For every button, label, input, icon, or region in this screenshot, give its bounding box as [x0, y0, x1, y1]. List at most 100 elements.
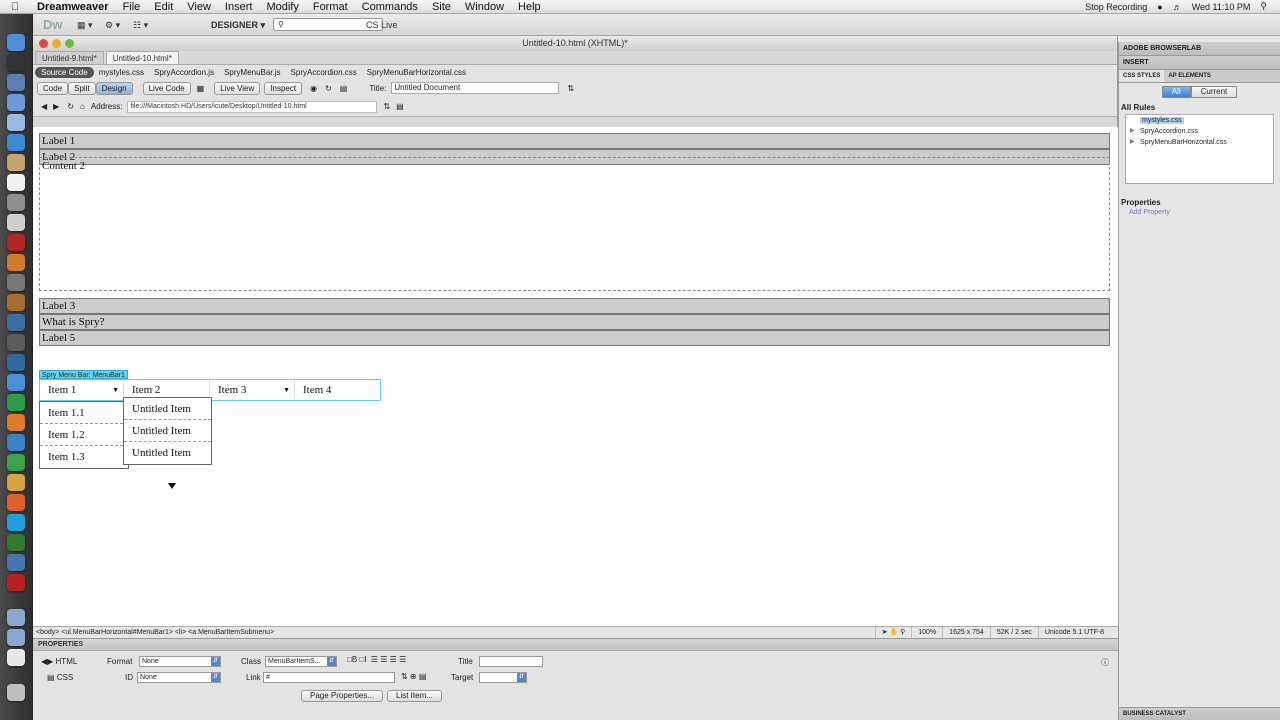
submenu-item-2-3[interactable]: Untitled Item — [124, 442, 211, 464]
rule-spryaccordion[interactable]: ▶ SpryAccordion.css — [1126, 126, 1273, 137]
spry-menubar-tag[interactable]: Spry Menu Bar: MenuBar1 — [39, 370, 128, 379]
submenu-item-1-1[interactable]: Item 1.1 — [40, 402, 128, 424]
apple-icon[interactable]:  — [0, 1, 30, 13]
bridge-icon[interactable] — [7, 354, 25, 371]
css-mode-button[interactable]: ▤ CSS — [47, 673, 73, 682]
pages-icon[interactable] — [7, 414, 25, 431]
disclosure-triangle-icon[interactable]: ▶ — [1130, 126, 1135, 137]
code-view-button[interactable]: Code — [37, 81, 69, 95]
xcode-icon[interactable] — [7, 374, 25, 391]
document-icon[interactable] — [7, 649, 25, 666]
visual-aids-icon[interactable]: ▤ — [340, 84, 348, 93]
layout-icon[interactable]: ▦ ▾ — [77, 18, 93, 32]
chrome-icon[interactable] — [7, 474, 25, 491]
preview-icon[interactable]: ◉ — [310, 84, 317, 93]
tag-selector[interactable]: <body> <ul.MenuBarHorizontal#MenuBar1> <… — [36, 629, 274, 636]
class-select[interactable]: MenuBarItemS... ⇵ — [265, 656, 337, 667]
submenu-item-2-2[interactable]: Untitled Item — [124, 420, 211, 442]
title-prop-input[interactable] — [479, 656, 543, 667]
refresh-icon[interactable]: ↻ — [67, 102, 74, 111]
add-property-link[interactable]: Add Property — [1119, 209, 1280, 216]
dreamweaver-icon[interactable] — [7, 534, 25, 551]
html-mode-button[interactable]: ◀▶ HTML — [41, 657, 77, 666]
volume-icon[interactable]: ♬ — [1168, 2, 1187, 12]
menu-help[interactable]: Help — [511, 0, 548, 14]
menu-item-3[interactable]: Item 3 ▼ — [210, 380, 295, 400]
link-input[interactable]: # — [263, 672, 395, 683]
dashboard-icon[interactable] — [7, 54, 25, 71]
tab-css-styles[interactable]: CSS STYLES — [1119, 70, 1165, 82]
browse-icon[interactable]: ⇅ — [383, 102, 390, 111]
site-icon[interactable]: ☷ ▾ — [133, 18, 148, 32]
zoom-icon[interactable] — [65, 39, 74, 48]
itunes-icon[interactable] — [7, 254, 25, 271]
wifi-icon[interactable]: ● — [1152, 2, 1167, 12]
ical-icon[interactable] — [7, 174, 25, 191]
live-code-button[interactable]: Live Code — [142, 81, 191, 95]
workspace-switcher[interactable]: DESIGNER ▾ — [211, 18, 265, 32]
mail-icon[interactable] — [7, 114, 25, 131]
address-input[interactable]: file:///Macintosh HD/Users/icute/Desktop… — [127, 100, 378, 113]
id-select[interactable]: None ⇵ — [137, 672, 221, 683]
all-button[interactable]: All — [1161, 86, 1191, 98]
utility-icon[interactable] — [7, 294, 25, 311]
refresh-design-icon[interactable]: ↻ — [325, 84, 332, 93]
timemachine-icon[interactable] — [7, 314, 25, 331]
related-spryaccordion-css[interactable]: SpryAccordion.css — [286, 68, 362, 77]
disclosure-triangle-icon[interactable]: ▶ — [1130, 137, 1135, 148]
submenu-item-2-1[interactable]: Untitled Item — [124, 398, 211, 420]
rule-mystyles[interactable]: mystyles.css — [1126, 115, 1273, 126]
business-catalyst-header[interactable]: BUSINESS CATALYST — [1119, 707, 1280, 720]
tab-untitled-9[interactable]: Untitled-9.html* — [35, 51, 104, 64]
preview-icon[interactable] — [7, 194, 25, 211]
options-icon[interactable]: ▤ — [396, 102, 404, 111]
menu-view[interactable]: View — [180, 0, 218, 14]
menu-window[interactable]: Window — [458, 0, 511, 14]
numbers-icon[interactable] — [7, 454, 25, 471]
textwrangler-icon[interactable] — [7, 394, 25, 411]
clock-label[interactable]: Wed 11:10 PM — [1187, 2, 1256, 12]
submenu-item-1-3[interactable]: Item 1.3 — [40, 446, 128, 468]
point-to-file-icon[interactable]: ⇅ ⊕ ▤ — [401, 672, 426, 681]
keynote-icon[interactable] — [7, 434, 25, 451]
tab-ap-elements[interactable]: AP ELEMENTS — [1164, 70, 1215, 82]
check-browser-icon[interactable]: ▦ — [197, 84, 205, 93]
menu-modify[interactable]: Modify — [259, 0, 305, 14]
menu-edit[interactable]: Edit — [147, 0, 180, 14]
accordion-label-5[interactable]: Label 5 — [39, 330, 1110, 346]
forward-icon[interactable]: ▶ — [53, 102, 59, 111]
minimize-icon[interactable] — [52, 39, 61, 48]
page-properties-button[interactable]: Page Properties... — [301, 690, 384, 702]
zoom-level[interactable]: 100% — [911, 627, 942, 638]
system-prefs-icon[interactable] — [7, 274, 25, 291]
split-view-button[interactable]: Split — [68, 81, 96, 95]
mission-control-icon[interactable] — [7, 74, 25, 91]
window-size[interactable]: 1625 x 754 — [942, 627, 990, 638]
menu-insert[interactable]: Insert — [218, 0, 260, 14]
rule-sprymenubar[interactable]: ▶ SpryMenuBarHorizontal.css — [1126, 137, 1273, 148]
help-icon[interactable]: ⓘ — [1101, 657, 1109, 668]
folder-icon[interactable] — [7, 609, 25, 626]
vpn-icon[interactable] — [7, 554, 25, 571]
spotlight-icon[interactable]: ⚲ — [1255, 1, 1272, 12]
file-management-icon[interactable]: ⇅ — [567, 84, 574, 93]
acrobat-icon[interactable] — [7, 574, 25, 591]
design-canvas[interactable]: Label 1 Label 2 Content 2 Label 3 What i… — [33, 127, 1118, 630]
current-button[interactable]: Current — [1190, 86, 1238, 98]
network-icon[interactable] — [7, 334, 25, 351]
tab-untitled-10[interactable]: Untitled-10.html* — [105, 51, 179, 64]
skype-icon[interactable] — [7, 514, 25, 531]
properties-header[interactable]: PROPERTIES — [33, 639, 1118, 651]
format-select[interactable]: None ⇵ — [139, 656, 221, 667]
menu-site[interactable]: Site — [425, 0, 458, 14]
inspect-button[interactable]: Inspect — [264, 81, 303, 95]
select-tool-icon[interactable]: ➤ ✋ ⚲ — [874, 627, 912, 638]
related-mystyles[interactable]: mystyles.css — [94, 68, 149, 77]
finder-icon[interactable] — [7, 34, 25, 51]
related-sprymenubar-js[interactable]: SpryMenuBar.js — [219, 68, 285, 77]
app-store-icon[interactable] — [7, 94, 25, 111]
menu-item-4[interactable]: Item 4 — [295, 380, 381, 400]
submenu-item-1-2[interactable]: Item 1.2 — [40, 424, 128, 446]
menu-item-1[interactable]: Item 1 ▼ — [40, 380, 124, 400]
stop-recording-status[interactable]: Stop Recording — [1080, 2, 1152, 12]
